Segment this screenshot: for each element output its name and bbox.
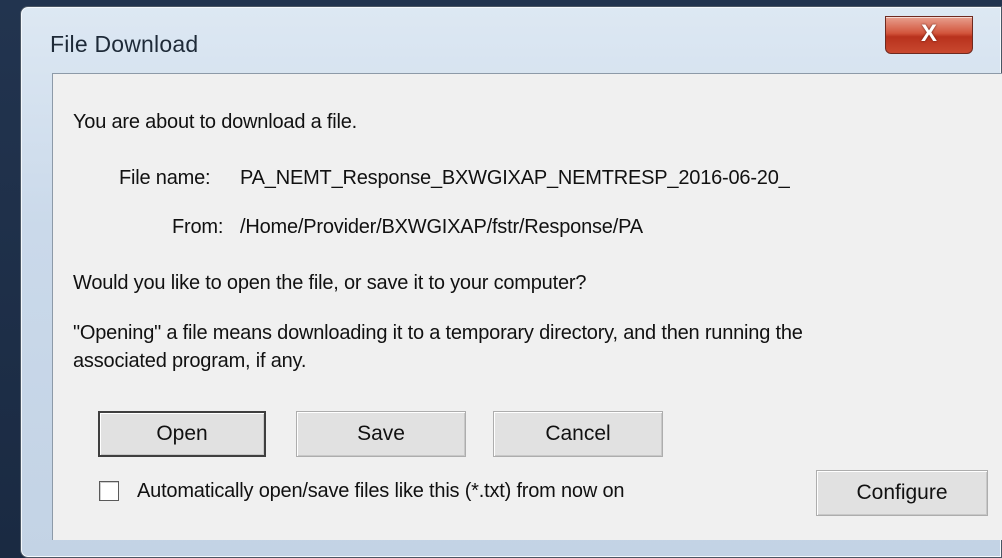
auto-open-checkbox[interactable] bbox=[99, 481, 119, 501]
close-button[interactable]: X bbox=[885, 16, 973, 54]
auto-open-label[interactable]: Automatically open/save files like this … bbox=[137, 480, 624, 503]
open-button[interactable]: Open bbox=[98, 411, 266, 457]
from-value: /Home/Provider/BXWGIXAP/fstr/Response/PA bbox=[240, 216, 643, 238]
configure-button[interactable]: Configure bbox=[816, 470, 988, 516]
desktop-background: File Download X You are about to downloa… bbox=[0, 0, 1002, 558]
from-label: From: bbox=[172, 216, 224, 238]
dialog-content: You are about to download a file. File n… bbox=[52, 73, 1002, 540]
file-download-dialog: File Download X You are about to downloa… bbox=[20, 6, 1002, 558]
question-text: Would you like to open the file, or save… bbox=[73, 272, 587, 294]
close-icon: X bbox=[920, 20, 937, 47]
file-name-value: PA_NEMT_Response_BXWGIXAP_NEMTRESP_2016-… bbox=[240, 167, 790, 189]
cancel-button[interactable]: Cancel bbox=[493, 411, 663, 457]
intro-text: You are about to download a file. bbox=[73, 111, 357, 133]
title-bar[interactable]: File Download X bbox=[21, 7, 1001, 69]
file-name-label: File name: bbox=[119, 167, 211, 189]
save-button[interactable]: Save bbox=[296, 411, 466, 457]
explanation-line-1: "Opening" a file means downloading it to… bbox=[73, 322, 803, 344]
explanation-line-2: associated program, if any. bbox=[73, 350, 307, 372]
dialog-title: File Download bbox=[50, 31, 199, 57]
